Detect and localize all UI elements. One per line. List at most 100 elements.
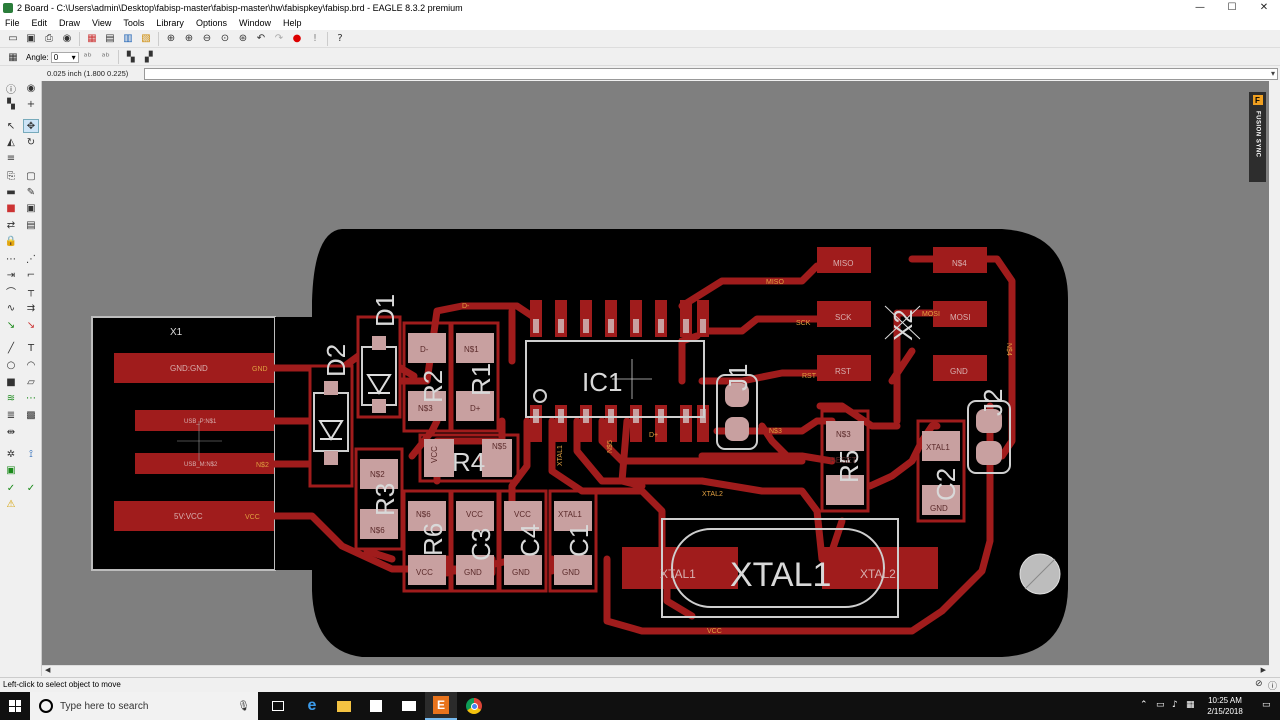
name-icon[interactable]: ▤ [23,218,39,232]
store-icon[interactable] [360,692,392,720]
align-icon[interactable]: ≡ [3,151,19,165]
wrench-icon[interactable]: ✎ [23,185,39,199]
keyboard-icon[interactable]: ▦ [1186,700,1195,710]
dimension-icon[interactable]: ⇹ [3,425,19,439]
save-icon[interactable]: ▣ [22,31,40,47]
miter-icon[interactable]: ⌒ [3,284,19,299]
erc-icon[interactable]: ✓ [3,481,19,495]
tray-chevron-icon[interactable]: ⌃ [1140,700,1148,710]
zoom-out-icon[interactable]: ⊖ [198,31,216,47]
pad-icon[interactable]: ▩ [23,408,39,422]
script-icon[interactable]: ▥ [119,31,137,47]
meander-icon[interactable]: ∿ [3,301,19,315]
schematic-icon[interactable]: ▤ [101,31,119,47]
mirror-icon[interactable]: ◭ [3,135,19,149]
task-view-icon[interactable] [262,692,294,720]
autoroute-icon[interactable]: ↘ [3,318,19,332]
redraw-icon[interactable]: ⊛ [234,31,252,47]
edge-icon[interactable]: e [296,692,328,720]
errors-icon[interactable]: ⚠ [3,497,19,511]
show-icon[interactable]: ◉ [23,81,39,95]
value-icon[interactable]: ▣ [23,201,39,215]
arc-icon[interactable]: ◠ [23,358,39,372]
wire-icon[interactable]: ╱ [3,341,19,355]
smash-icon[interactable]: ⋯ [3,252,19,266]
paste-icon[interactable]: ▢ [23,169,39,183]
rotate-icon[interactable]: ↻ [23,135,39,149]
board-canvas[interactable]: X1 GND:GND USB_P:N$1 USB_M:N$2 5V:VCC GN… [42,81,1269,665]
run-icon[interactable]: ▧ [137,31,155,47]
grid-icon[interactable]: ▦ [4,49,22,65]
layer-icon[interactable]: ≋ [3,391,19,405]
text-style-alt-icon[interactable]: ᵃᵇ [97,49,115,65]
text-icon[interactable]: T [23,341,39,355]
info-icon[interactable]: ⓘ [3,81,19,96]
start-button[interactable] [0,692,30,720]
help-icon[interactable]: ? [331,31,349,47]
drc-icon[interactable]: ✓ [23,481,39,495]
mail-icon[interactable] [393,692,425,720]
taskbar-search[interactable]: Type here to search 🎙 [30,692,258,720]
delete-icon[interactable]: ▬ [3,185,19,199]
info-indicator-icon[interactable]: ⓘ [1268,679,1277,692]
layout-icon[interactable]: ▚ [122,49,140,65]
connect-icon[interactable]: ⋯ [23,391,39,405]
scroll-left-icon[interactable]: ◀ [45,666,50,674]
volume-icon[interactable]: ♪ [1172,700,1178,710]
cam-icon[interactable]: ◉ [58,31,76,47]
polygon-icon[interactable]: ▱ [23,375,39,389]
maximize-button[interactable]: ☐ [1216,0,1248,15]
rect-icon[interactable]: ■ [3,375,19,389]
add-icon[interactable]: ■ [3,201,19,215]
menu-tools[interactable]: Tools [117,18,150,28]
minimize-button[interactable]: — [1184,0,1216,15]
ratsnest-icon[interactable]: ✲ [3,447,19,461]
menu-help[interactable]: Help [277,18,308,28]
via-icon[interactable]: ≣ [3,408,19,422]
mark-icon[interactable]: + [23,97,39,111]
replace-icon[interactable]: ⇄ [3,218,19,232]
file-explorer-icon[interactable] [328,692,360,720]
chrome-icon[interactable] [458,692,490,720]
horizontal-scrollbar[interactable]: ◀ ▶ [42,665,1269,677]
group-icon[interactable]: ▣ [3,463,19,477]
redo-icon[interactable]: ↷ [270,31,288,47]
menu-window[interactable]: Window [233,18,277,28]
menu-edit[interactable]: Edit [26,18,54,28]
scroll-right-icon[interactable]: ▶ [1261,666,1266,674]
menu-view[interactable]: View [86,18,117,28]
vertical-scrollbar[interactable] [1269,81,1280,665]
split-icon[interactable]: ⋰ [23,252,39,266]
circle-icon[interactable]: ○ [3,358,19,372]
angle-select[interactable]: 0 ▾ [50,51,79,63]
menu-draw[interactable]: Draw [53,18,86,28]
board-icon[interactable]: ▦ [83,31,101,47]
taskbar-clock[interactable]: 10:25 AM 2/15/2018 [1200,695,1250,717]
network-icon[interactable]: ▭ [1156,700,1165,710]
select-icon[interactable]: ↖ [3,119,19,133]
fanout-icon[interactable]: ↘ [23,318,39,332]
stop-icon[interactable]: ● [288,31,306,47]
menu-file[interactable]: File [0,18,26,28]
menu-library[interactable]: Library [150,18,190,28]
move-icon[interactable]: ✥ [23,119,39,133]
text-style-icon[interactable]: ᵃᵇ [79,49,97,65]
fusion-sync-tab[interactable]: F FUSION SYNC [1249,92,1266,182]
stop-indicator-icon[interactable]: ⊘ [1255,679,1263,689]
eagle-icon[interactable]: E [425,692,457,720]
notifications-icon[interactable]: ▭ [1262,700,1271,710]
lock-icon[interactable]: 🔒 [3,234,19,248]
open-icon[interactable]: ▭ [4,31,22,47]
zoom-fit-icon[interactable]: ⊕ [162,31,180,47]
command-input[interactable]: ▾ [144,68,1278,80]
ripup-icon[interactable]: ⌐ [23,268,39,282]
undo-icon[interactable]: ↶ [252,31,270,47]
zoom-select-icon[interactable]: ⊙ [216,31,234,47]
menu-options[interactable]: Options [190,18,233,28]
layout-alt-icon[interactable]: ▞ [140,49,158,65]
optimize-icon[interactable]: ┬ [23,284,39,298]
go-icon[interactable]: ! [306,31,324,47]
display-icon[interactable]: ▚ [3,97,19,111]
route-icon[interactable]: ⇥ [3,268,19,282]
print-icon[interactable]: ⎙ [40,31,58,47]
